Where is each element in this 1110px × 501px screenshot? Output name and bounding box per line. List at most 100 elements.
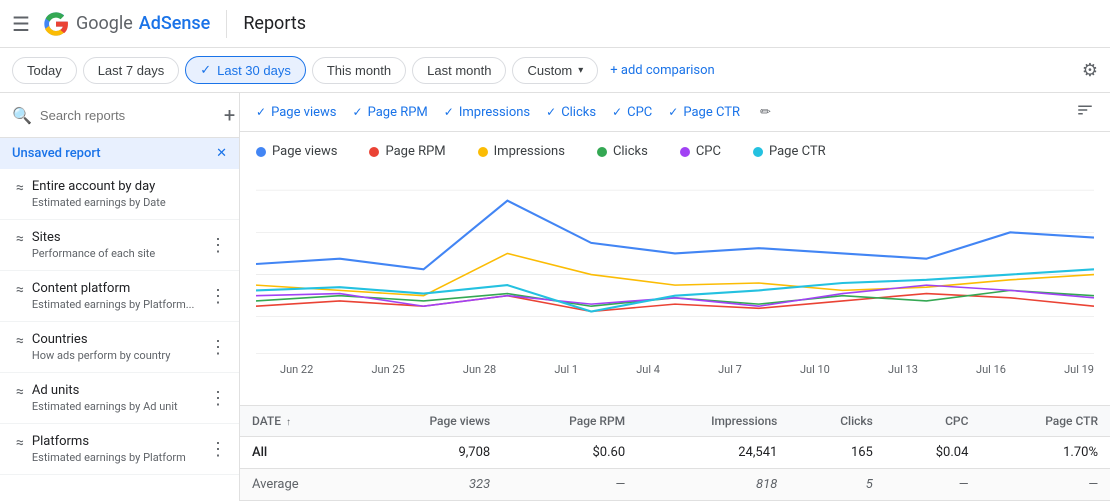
metric-tab-clicks[interactable]: ✓ Clicks xyxy=(546,103,596,122)
sidebar-item-icon: ≈ xyxy=(16,231,24,247)
sidebar-item-subtitle: Performance of each site xyxy=(32,247,209,260)
sidebar-item-icon: ≈ xyxy=(16,282,24,298)
xaxis-label: Jun 25 xyxy=(371,363,404,376)
cell-clicks-avg: 5 xyxy=(789,469,885,501)
close-active-icon[interactable]: ✕ xyxy=(216,146,227,161)
metric-tab-impressions[interactable]: ✓ Impressions xyxy=(444,103,530,122)
metric-tab-label: Page CTR xyxy=(683,105,740,120)
chart-xaxis: Jun 22 Jun 25 Jun 28 Jul 1 Jul 4 Jul 7 J… xyxy=(256,359,1094,376)
xaxis-label: Jul 1 xyxy=(554,363,578,376)
google-logo-icon xyxy=(42,10,70,38)
col-pageviews[interactable]: Page views xyxy=(359,406,502,437)
check-icon: ✓ xyxy=(546,105,556,119)
data-table-container: DATE ↑ Page views Page RPM Impressions C… xyxy=(240,405,1110,501)
filter-today[interactable]: Today xyxy=(12,57,77,84)
legend-dot xyxy=(478,147,488,157)
sidebar-item-content-platform[interactable]: ≈ Content platform Estimated earnings by… xyxy=(0,271,239,322)
xaxis-label: Jun 28 xyxy=(463,363,496,376)
col-pagectr[interactable]: Page CTR xyxy=(980,406,1110,437)
sidebar-search-bar: 🔍 + xyxy=(0,93,239,138)
sidebar-item-entire-account[interactable]: ≈ Entire account by day Estimated earnin… xyxy=(0,169,239,220)
legend-dot xyxy=(597,147,607,157)
legend-clicks: Clicks xyxy=(597,144,648,159)
metric-tab-label: Impressions xyxy=(459,105,530,120)
xaxis-label: Jul 19 xyxy=(1064,363,1094,376)
filter-bar: Today Last 7 days ✓Last 30 days This mon… xyxy=(0,48,1110,93)
metric-tab-label: Page views xyxy=(271,105,336,120)
filter-metrics-icon[interactable] xyxy=(1076,101,1094,123)
sidebar-item-menu-icon[interactable]: ⋮ xyxy=(209,388,227,409)
filter-last7[interactable]: Last 7 days xyxy=(83,57,180,84)
check-icon: ✓ xyxy=(612,105,622,119)
cell-pageviews-all: 9,708 xyxy=(359,437,502,469)
sidebar-item-countries[interactable]: ≈ Countries How ads perform by country ⋮ xyxy=(0,322,239,373)
sidebar-item-title: Entire account by day xyxy=(32,179,227,194)
sidebar-item-subtitle: Estimated earnings by Platform xyxy=(32,451,209,464)
legend-label: Page RPM xyxy=(385,144,445,159)
sidebar-item-menu-icon[interactable]: ⋮ xyxy=(209,235,227,256)
cell-pagerpm-avg: — xyxy=(502,469,637,501)
sidebar-item-subtitle: Estimated earnings by Ad unit xyxy=(32,400,209,413)
metric-tab-pagectr[interactable]: ✓ Page CTR xyxy=(668,103,740,122)
top-bar-divider xyxy=(226,10,227,38)
add-comparison-button[interactable]: + add comparison xyxy=(610,63,714,78)
search-input[interactable] xyxy=(40,108,216,123)
xaxis-label: Jul 13 xyxy=(888,363,918,376)
line-chart xyxy=(256,169,1094,359)
check-icon: ✓ xyxy=(256,105,266,119)
sidebar-item-title: Sites xyxy=(32,230,209,245)
filter-lastmonth[interactable]: Last month xyxy=(412,57,506,84)
sidebar-item-sites[interactable]: ≈ Sites Performance of each site ⋮ xyxy=(0,220,239,271)
sidebar-item-subtitle: Estimated earnings by Date xyxy=(32,196,227,209)
col-pagerpm[interactable]: Page RPM xyxy=(502,406,637,437)
filter-last30[interactable]: ✓Last 30 days xyxy=(185,56,306,84)
sidebar-item-platforms[interactable]: ≈ Platforms Estimated earnings by Platfo… xyxy=(0,424,239,475)
legend-pageviews: Page views xyxy=(256,144,337,159)
edit-metrics-icon[interactable]: ✏ xyxy=(760,105,771,120)
cell-cpc-avg: — xyxy=(885,469,981,501)
logo-google: Google xyxy=(76,13,133,34)
menu-icon[interactable]: ☰ xyxy=(12,12,30,36)
cell-impressions-all: 24,541 xyxy=(637,437,789,469)
settings-icon[interactable]: ⚙ xyxy=(1082,60,1098,81)
xaxis-label: Jul 4 xyxy=(636,363,660,376)
metric-tab-cpc[interactable]: ✓ CPC xyxy=(612,103,652,122)
sidebar-item-icon: ≈ xyxy=(16,384,24,400)
legend-pagerpm: Page RPM xyxy=(369,144,445,159)
col-impressions[interactable]: Impressions xyxy=(637,406,789,437)
page-title: Reports xyxy=(243,13,306,34)
sidebar-item-icon: ≈ xyxy=(16,333,24,349)
filter-thismonth[interactable]: This month xyxy=(312,57,406,84)
xaxis-label: Jul 10 xyxy=(800,363,830,376)
data-table: DATE ↑ Page views Page RPM Impressions C… xyxy=(240,405,1110,501)
metric-tab-pageviews[interactable]: ✓ Page views xyxy=(256,103,337,122)
sidebar-item-menu-icon[interactable]: ⋮ xyxy=(209,337,227,358)
xaxis-label: Jun 22 xyxy=(280,363,313,376)
sidebar-active-item: Unsaved report ✕ xyxy=(0,138,239,169)
main-layout: 🔍 + Unsaved report ✕ ≈ Entire account by… xyxy=(0,93,1110,501)
metric-tab-pagerpm[interactable]: ✓ Page RPM xyxy=(353,103,428,122)
chart-legend: Page views Page RPM Impressions Clicks C… xyxy=(256,144,1094,159)
active-report-label: Unsaved report xyxy=(12,146,101,161)
add-report-icon[interactable]: + xyxy=(224,103,235,127)
cell-date-all: All xyxy=(240,437,359,469)
cell-pagectr-avg: — xyxy=(980,469,1110,501)
sidebar-items-list: ≈ Entire account by day Estimated earnin… xyxy=(0,169,239,501)
sidebar-item-menu-icon[interactable]: ⋮ xyxy=(209,439,227,460)
col-cpc[interactable]: CPC xyxy=(885,406,981,437)
check-icon: ✓ xyxy=(444,105,454,119)
sidebar-item-title: Platforms xyxy=(32,434,209,449)
col-date[interactable]: DATE ↑ xyxy=(240,406,359,437)
sidebar-item-menu-icon[interactable]: ⋮ xyxy=(209,286,227,307)
filter-custom[interactable]: Custom▾ xyxy=(512,57,598,84)
metric-tab-label: Page RPM xyxy=(368,105,428,120)
cell-pagerpm-all: $0.60 xyxy=(502,437,637,469)
legend-label: CPC xyxy=(696,144,721,159)
sidebar: 🔍 + Unsaved report ✕ ≈ Entire account by… xyxy=(0,93,240,501)
col-clicks[interactable]: Clicks xyxy=(789,406,885,437)
sidebar-item-title: Countries xyxy=(32,332,209,347)
chart-area: Page views Page RPM Impressions Clicks C… xyxy=(240,132,1110,405)
legend-label: Clicks xyxy=(613,144,648,159)
check-icon: ✓ xyxy=(668,105,678,119)
sidebar-item-ad-units[interactable]: ≈ Ad units Estimated earnings by Ad unit… xyxy=(0,373,239,424)
